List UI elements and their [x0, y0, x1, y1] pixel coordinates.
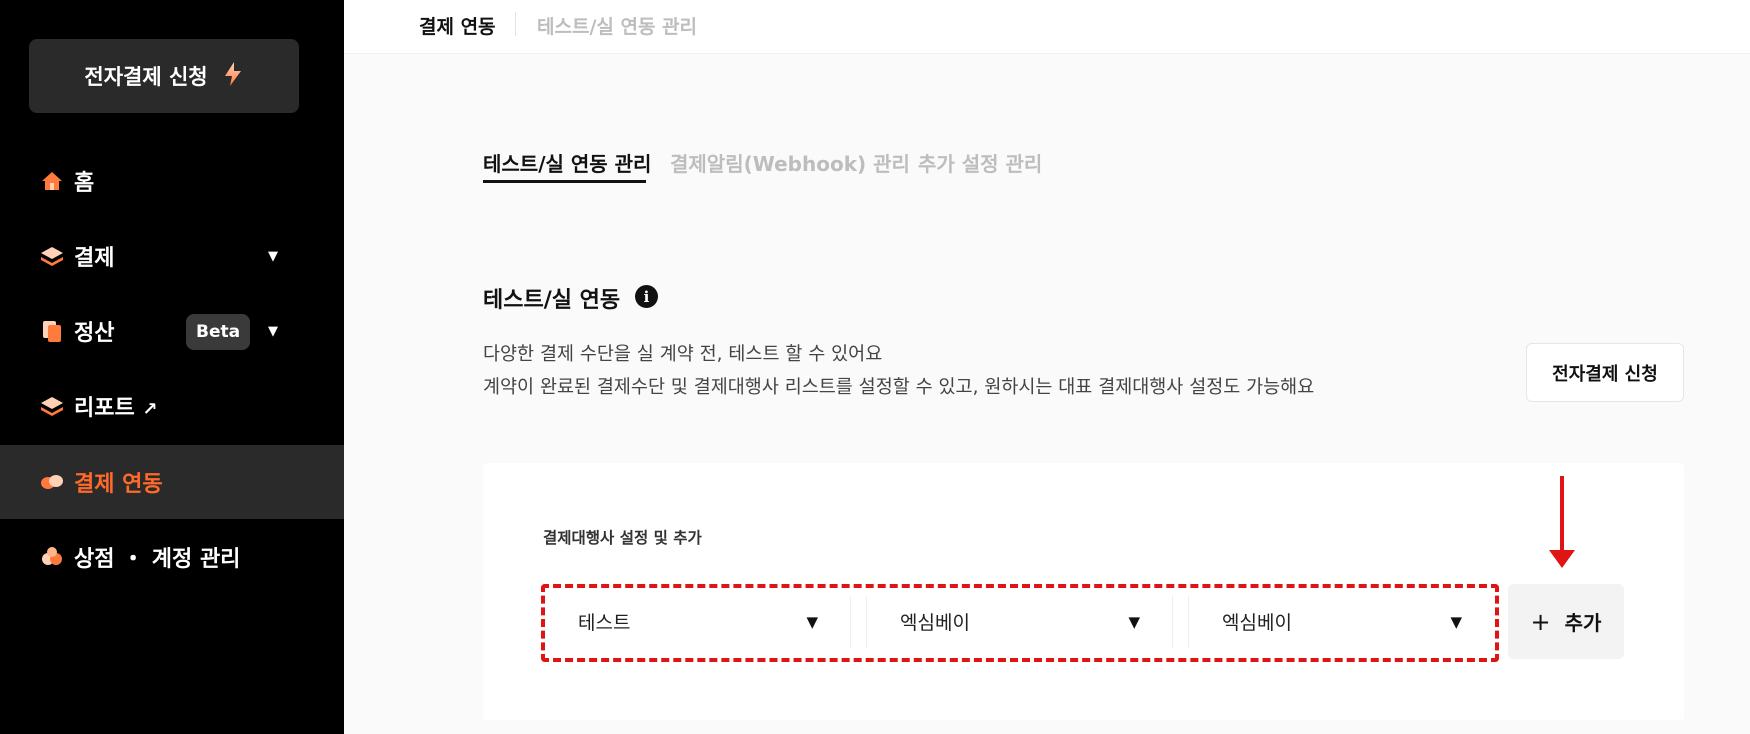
- sidebar-apply-label: 전자결제 신청: [84, 65, 208, 89]
- select-value: 테스트: [578, 612, 631, 634]
- chevron-down-icon[interactable]: ▼: [268, 249, 278, 264]
- sidebar-item-payment-integration[interactable]: 결제 연동: [0, 445, 344, 519]
- chevron-down-icon[interactable]: ▼: [268, 324, 278, 339]
- layers-icon: [40, 244, 64, 268]
- sidebar-item-report[interactable]: 리포트 ↗: [0, 369, 344, 443]
- chevron-down-icon: ▼: [1450, 612, 1462, 631]
- tab-active-indicator: [483, 180, 646, 183]
- add-button-label: 추가: [1564, 611, 1602, 635]
- sidebar-item-label: 결제 연동: [74, 472, 163, 497]
- top-bar: 결제 연동 테스트/실 연동 관리: [344, 0, 1750, 54]
- home-icon: [40, 169, 64, 193]
- beta-badge: Beta: [186, 314, 251, 350]
- lightning-icon: [222, 61, 244, 92]
- select-divider: [1172, 596, 1173, 648]
- chevron-down-icon: ▼: [806, 612, 818, 631]
- section-description-1: 다양한 결제 수단을 실 계약 전, 테스트 할 수 있어요: [483, 344, 883, 365]
- breadcrumb-current: 결제 연동: [419, 16, 496, 38]
- section-title: 테스트/실 연동: [483, 288, 621, 313]
- pg-select[interactable]: 엑심베이 ▼: [867, 589, 1172, 654]
- tab-additional-settings[interactable]: 추가 설정 관리: [918, 148, 1042, 177]
- sidebar-item-store-account[interactable]: 상점 ・ 계정 관리: [0, 520, 344, 594]
- sidebar-item-settlement[interactable]: 정산 Beta ▼: [0, 294, 344, 368]
- breadcrumb-divider: [515, 12, 516, 36]
- store-icon: [40, 545, 64, 569]
- sidebar-item-label: 결제: [74, 246, 115, 271]
- sidebar-item-home[interactable]: 홈: [0, 144, 344, 218]
- tab-webhook[interactable]: 결제알림(Webhook) 관리: [670, 148, 910, 177]
- breadcrumb-link[interactable]: 테스트/실 연동 관리: [537, 12, 697, 39]
- sidebar-apply-button[interactable]: 전자결제 신청: [29, 39, 299, 113]
- mode-select[interactable]: 테스트 ▼: [545, 589, 850, 654]
- sidebar: 전자결제 신청 홈 결제 ▼ 정산 Beta ▼ 리포트 ↗ 결제 연동 상점 …: [0, 0, 344, 734]
- sidebar-item-label-wrap: 리포트 ↗: [74, 390, 158, 422]
- sidebar-item-label: 상점 ・ 계정 관리: [74, 547, 241, 572]
- select-value: 엑심베이: [1222, 612, 1292, 634]
- select-value: 엑심베이: [900, 612, 970, 634]
- section-description-2: 계약이 완료된 결제수단 및 결제대행사 리스트를 설정할 수 있고, 원하시는…: [483, 377, 1315, 398]
- info-icon[interactable]: i: [635, 285, 658, 308]
- apply-payment-button[interactable]: 전자결제 신청: [1526, 343, 1684, 402]
- red-arrow-annotation: [1549, 476, 1575, 568]
- sidebar-item-label: 리포트: [74, 396, 135, 421]
- external-link-icon: ↗: [142, 399, 158, 420]
- tab-test-live[interactable]: 테스트/실 연동 관리: [483, 148, 651, 177]
- select-divider: [850, 596, 851, 648]
- documents-icon: [40, 319, 64, 343]
- pills-icon: [40, 470, 64, 494]
- representative-pg-select[interactable]: 엑심베이 ▼: [1189, 589, 1494, 654]
- layers-icon: [40, 394, 64, 418]
- chevron-down-icon: ▼: [1128, 612, 1140, 631]
- sidebar-item-label: 홈: [74, 171, 95, 196]
- sidebar-item-payment[interactable]: 결제 ▼: [0, 219, 344, 293]
- pg-settings-label: 결제대행사 설정 및 추가: [543, 529, 702, 547]
- sidebar-item-label: 정산: [74, 321, 115, 346]
- add-pg-button[interactable]: + 추가: [1508, 584, 1624, 659]
- plus-icon: +: [1530, 607, 1551, 636]
